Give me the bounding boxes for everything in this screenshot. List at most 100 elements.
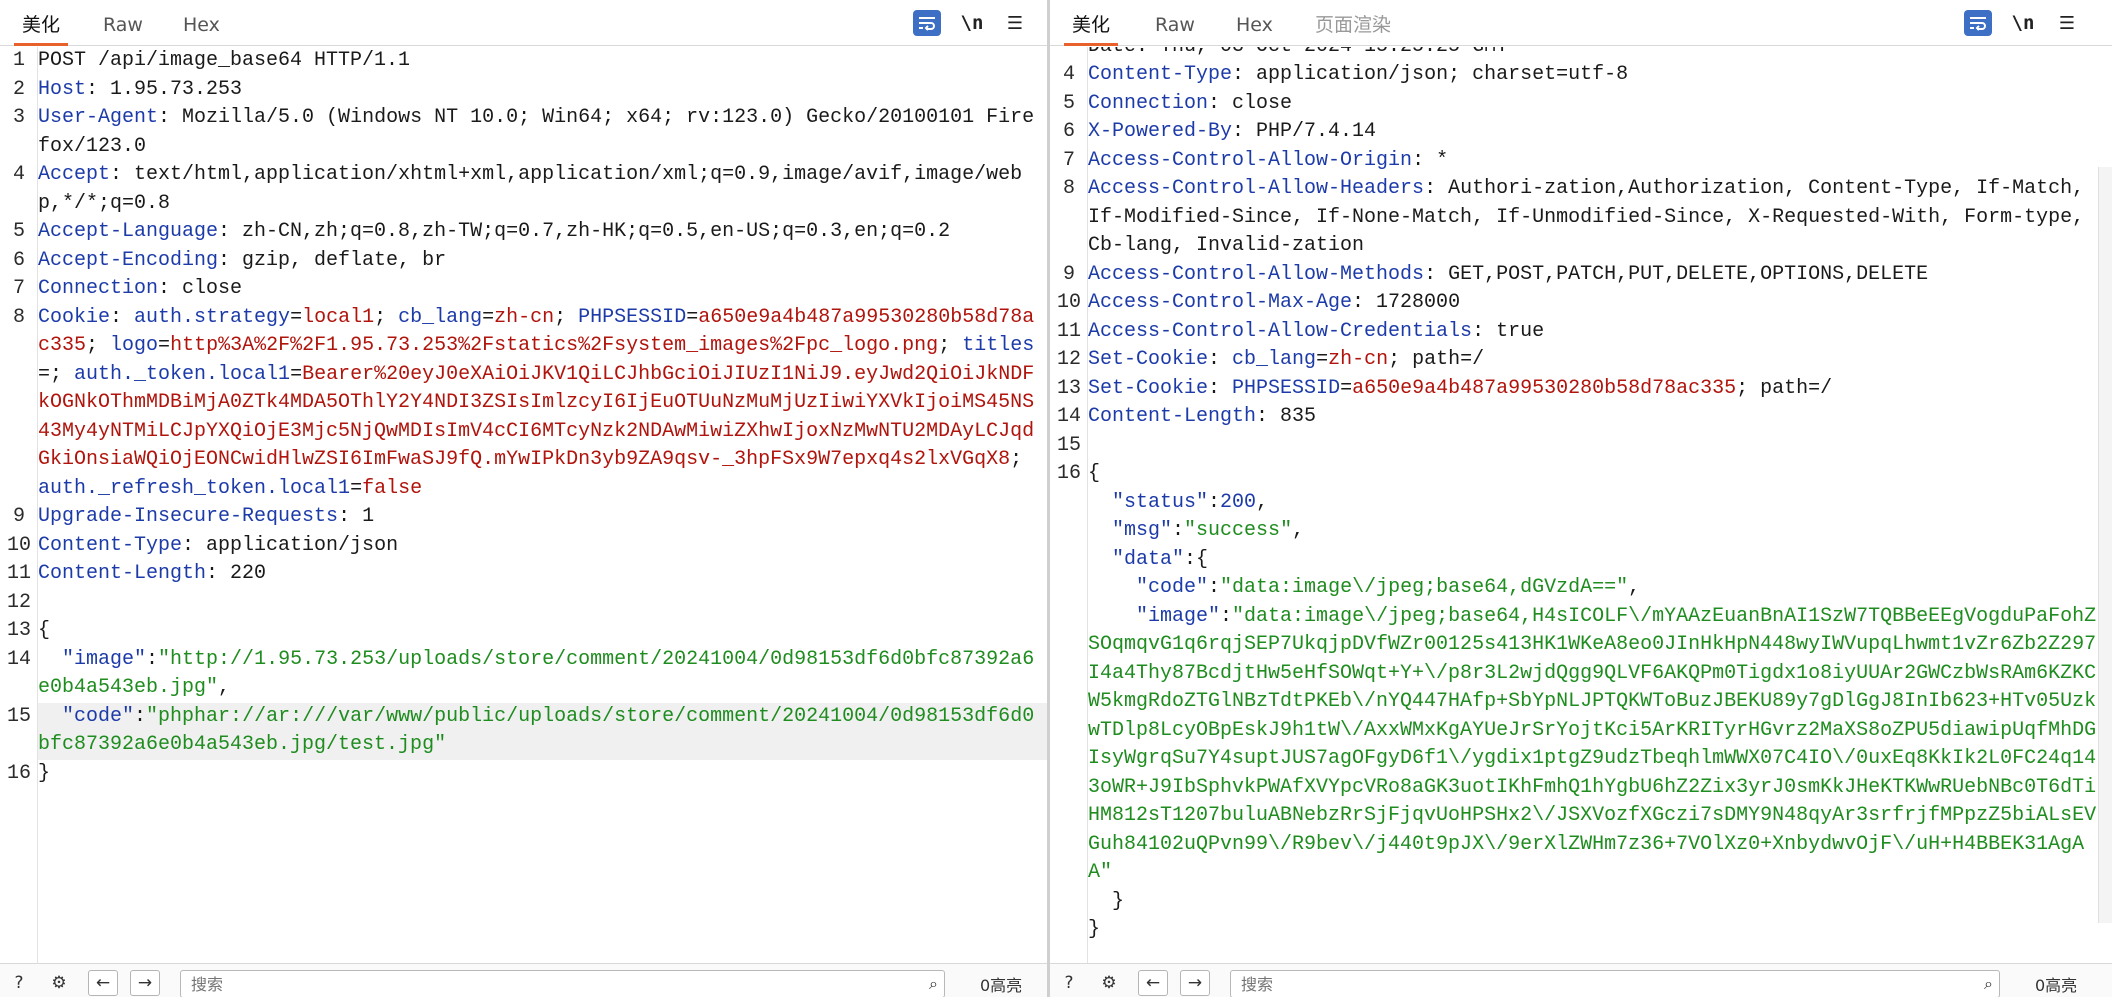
token: } (1088, 918, 1101, 941)
code-line: 6 X-Powered-By: PHP/7.4.14 (1050, 118, 2112, 147)
line-number: 16 (1056, 462, 1081, 485)
help-icon[interactable]: ? (1056, 970, 1082, 996)
token: X-Powered-By (1088, 120, 1233, 143)
line-number (1050, 603, 1088, 888)
tab-pretty[interactable]: 美化 (13, 0, 69, 46)
response-pane: 美化 Raw Hex 页面渲染 \n ☰ Date: Thu, 03 Oct 2… (1050, 0, 2112, 997)
token: = (482, 305, 495, 329)
token: ; (938, 334, 963, 357)
line-number: 5 (1062, 91, 1075, 115)
token: : close (158, 277, 243, 300)
show-newlines-toggle[interactable]: \n (2009, 10, 2037, 36)
match-count: 0高亮 (2035, 976, 2078, 995)
code-line: 5 Accept-Language: zh-CN,zh;q=0.8,zh-TW;q… (0, 218, 1047, 247)
line-text: "code":"phphar://ar:///var/www/public/up… (38, 702, 1047, 760)
code-line: 11 Content-Length: 220 (0, 560, 1047, 589)
token: Content-Length (38, 562, 207, 585)
token: ; (1010, 448, 1035, 471)
request-editor[interactable]: 1 POST /api/image_base64 HTTP/1.1 2 Host: 1… (0, 47, 1047, 963)
token: "code" (62, 704, 135, 728)
tab-hex[interactable]: Hex (183, 0, 220, 46)
search-input[interactable] (191, 975, 934, 994)
token: : Mozilla/5.0 (Windows NT 10.0; Win64; x… (38, 106, 1035, 158)
clipped-date-header: Date: Thu, 03 Oct 2024 15:25:25 GMT (1088, 47, 1514, 61)
token: = (350, 476, 363, 500)
help-icon[interactable]: ? (6, 970, 32, 996)
token: :{ (1184, 547, 1209, 571)
token: = (158, 334, 171, 357)
token: { (38, 619, 51, 642)
code-line: 2 Host: 1.95.73.253 (0, 76, 1047, 105)
line-text: Access-Control-Allow-Headers: Authori-za… (1088, 175, 2112, 261)
tab-render[interactable]: 页面渲染 (1315, 0, 1391, 46)
line-number: 13 (1056, 376, 1081, 400)
prev-match-button[interactable]: ← (88, 970, 118, 996)
token: Accept-Encoding (38, 248, 219, 272)
token: Access-Control-Allow-Origin (1088, 148, 1413, 172)
menu-icon[interactable]: ☰ (2053, 10, 2081, 36)
show-newlines-toggle[interactable]: \n (958, 10, 986, 36)
code-line: 4 Content-Type: application/json; charset… (1050, 61, 2112, 90)
code-line: 1 POST /api/image_base64 HTTP/1.1 (0, 47, 1047, 76)
settings-icon[interactable]: ⚙ (46, 970, 72, 996)
token: Connection (38, 277, 159, 300)
line-text: "image":"http://1.95.73.253/uploads/stor… (38, 646, 1047, 703)
token: , (1628, 576, 1641, 599)
vertical-scrollbar[interactable] (2098, 167, 2112, 923)
tab-pretty[interactable]: 美化 (1063, 0, 1119, 46)
line-text: } (1088, 916, 2112, 945)
token: "image" (1136, 604, 1221, 628)
line-number (1050, 546, 1088, 575)
tab-hex[interactable]: Hex (1236, 0, 1273, 46)
next-match-button[interactable]: → (1180, 970, 1210, 996)
line-number: 7 (12, 277, 25, 300)
code-line: 7 Connection: close (0, 275, 1047, 304)
token: : gzip, deflate, br (218, 248, 447, 272)
line-text: "data":{ (1088, 546, 2112, 575)
settings-icon[interactable]: ⚙ (1096, 970, 1122, 996)
token: : GET,POST,PATCH,PUT,DELETE,OPTIONS,DELE… (1424, 262, 1929, 286)
line-text: Host: 1.95.73.253 (38, 76, 1047, 105)
line-text: "status":200, (1088, 489, 2112, 518)
response-code: Date: Thu, 03 Oct 2024 15:25:25 GMT 4 Con… (1050, 47, 2112, 945)
request-pane: 美化 Raw Hex \n ☰ 1 POST /api/image_base64 … (0, 0, 1047, 997)
line-text: } (1088, 888, 2112, 917)
next-match-button[interactable]: → (130, 970, 160, 996)
tab-raw[interactable]: Raw (1155, 0, 1195, 46)
line-text: User-Agent: Mozilla/5.0 (Windows NT 10.0… (38, 104, 1047, 161)
line-text: Connection: close (38, 275, 1047, 304)
line-number: 10 (1056, 291, 1081, 314)
code-line: 11 Access-Control-Allow-Credentials: true (1050, 318, 2112, 347)
token: : (134, 704, 147, 728)
token: 200 (1220, 490, 1257, 514)
token: : 835 (1256, 405, 1317, 428)
code-line: 12 Set-Cookie: cb_lang=zh-cn; path=/ (1050, 346, 2112, 375)
line-text: "code":"data:image\/jpeg;base64,dGVzdA==… (1088, 574, 2112, 603)
prev-match-button[interactable]: ← (1138, 970, 1168, 996)
token: http%3A%2F%2F1.95.73.253%2Fstatics%2Fsys… (170, 334, 939, 357)
line-number: 14 (6, 647, 31, 671)
token: Accept-Language (38, 220, 219, 243)
line-text: Accept: text/html,application/xhtml+xml,… (38, 161, 1047, 218)
line-text: Access-Control-Allow-Origin: * (1088, 147, 2112, 176)
line-number: 5 (12, 220, 25, 243)
token: : PHP/7.4.14 (1232, 120, 1377, 143)
search-input[interactable] (1241, 975, 1989, 994)
request-code: 1 POST /api/image_base64 HTTP/1.1 2 Host: 1… (0, 47, 1047, 788)
wrap-lines-toggle[interactable] (913, 10, 941, 36)
line-text: X-Powered-By: PHP/7.4.14 (1088, 118, 2112, 147)
wrap-lines-toggle[interactable] (1964, 10, 1992, 36)
token: PHPSESSID (1232, 376, 1341, 400)
token: zh-cn (1328, 348, 1389, 371)
search-box: ⌕ (180, 970, 945, 997)
response-editor[interactable]: Date: Thu, 03 Oct 2024 15:25:25 GMT 4 Con… (1050, 47, 2112, 963)
response-bottombar: ? ⚙ ← → ⌕ 0高亮 (1050, 963, 2112, 997)
menu-icon[interactable]: ☰ (1001, 10, 1029, 36)
line-number: 16 (6, 761, 31, 785)
wrap-icon (919, 17, 935, 31)
token: Access-Control-Allow-Credentials (1088, 319, 1473, 343)
tab-raw[interactable]: Raw (103, 0, 143, 46)
request-bottombar: ? ⚙ ← → ⌕ 0高亮 (0, 963, 1047, 997)
